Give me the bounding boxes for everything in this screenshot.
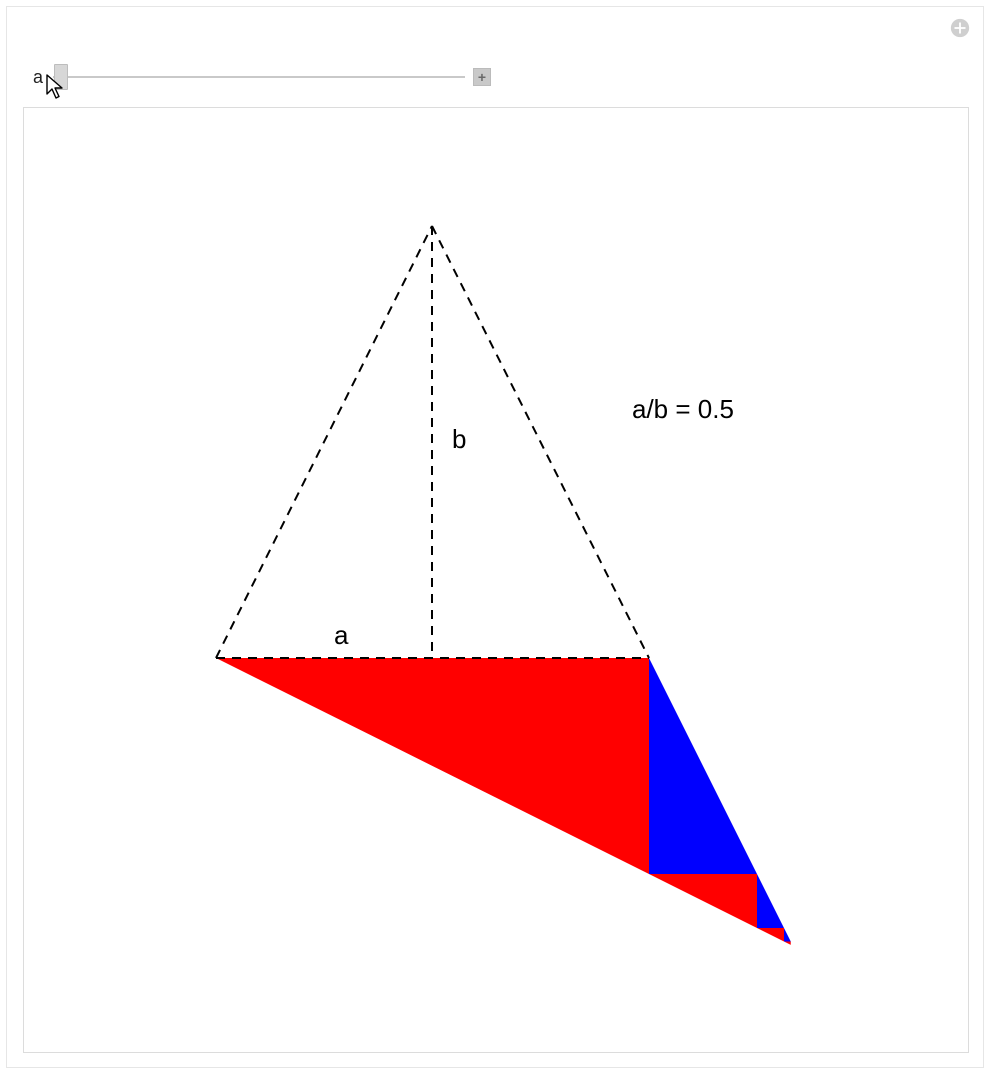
slider-expand-button[interactable]: + [473, 68, 491, 86]
slider-a[interactable] [53, 65, 465, 89]
options-plus-icon[interactable] [949, 17, 971, 39]
diagram-svg [24, 108, 968, 1052]
slider-thumb[interactable] [54, 64, 68, 90]
diagram: a b a/b = 0.5 [24, 108, 968, 1052]
slider-track [53, 76, 465, 78]
slider-control-row: a + [33, 61, 491, 93]
slider-label-a: a [33, 67, 43, 88]
label-a: a [334, 620, 348, 651]
manipulate-panel: a + a b a/b = 0.5 [6, 6, 984, 1068]
output-panel: a b a/b = 0.5 [23, 107, 969, 1053]
label-ratio: a/b = 0.5 [632, 394, 734, 425]
label-b: b [452, 424, 466, 455]
